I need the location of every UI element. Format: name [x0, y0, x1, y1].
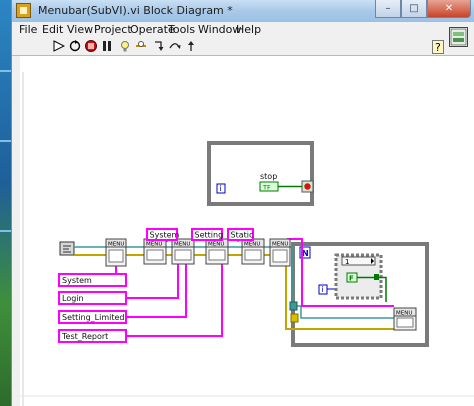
- string-constant-system[interactable]: System: [58, 273, 127, 287]
- desktop-strip: [0, 70, 11, 72]
- abort-icon[interactable]: [85, 40, 97, 52]
- delete-menu-icon: [108, 249, 124, 263]
- string-constant-login[interactable]: Login: [58, 291, 127, 305]
- menu-file[interactable]: File: [19, 23, 37, 36]
- string-constant-static[interactable]: Static: [227, 228, 254, 241]
- context-help-icon[interactable]: ?: [432, 40, 444, 54]
- menu-node-6[interactable]: MENU: [269, 238, 291, 267]
- error-tunnel: [290, 313, 299, 323]
- string-constant-setting[interactable]: Setting: [191, 228, 224, 241]
- menu-node-get-info[interactable]: MENU: [393, 307, 417, 331]
- step-out-icon[interactable]: [185, 40, 197, 52]
- vi-thumbnail-icon: [450, 28, 467, 46]
- string-constant-text: Setting_Limited: [62, 313, 124, 322]
- insert-menu-icon: [208, 249, 226, 261]
- stop-sign-icon: [304, 183, 311, 190]
- minimize-button[interactable]: –: [375, 0, 401, 18]
- menu-help[interactable]: Help: [236, 23, 261, 36]
- vi-icon: [16, 3, 31, 18]
- string-constant-text: Setting: [195, 231, 224, 240]
- case-selector-value: 1: [345, 258, 349, 266]
- title-bar[interactable]: Menubar(SubVI).vi Block Diagram * – □ ✕: [12, 0, 474, 22]
- highlight-execution-icon[interactable]: [119, 40, 131, 52]
- maximize-button[interactable]: □: [401, 0, 427, 18]
- menu-info-icon: [396, 317, 414, 328]
- desktop-strip: [0, 230, 11, 232]
- block-diagram-window: Menubar(SubVI).vi Block Diagram * – □ ✕ …: [11, 0, 474, 406]
- menu-bar: File Edit View Project Operate Tools Win…: [12, 22, 474, 38]
- stop-label: stop: [260, 172, 277, 181]
- run-arrow-icon[interactable]: [53, 40, 65, 52]
- string-constant-setting-limited[interactable]: Setting_Limited: [58, 310, 127, 324]
- vi-connector-icon[interactable]: [449, 27, 468, 47]
- stop-bool-label: TF: [262, 184, 271, 192]
- menu-node-2[interactable]: MENU: [143, 238, 167, 265]
- menu-node-5[interactable]: MENU: [241, 238, 265, 265]
- string-constant-text: Login: [62, 294, 84, 303]
- menu-node-label: MENU: [208, 242, 224, 248]
- loop-iteration-label: i: [220, 184, 222, 193]
- string-constant-system-top[interactable]: System: [146, 228, 180, 241]
- item-string-wires: [115, 261, 223, 337]
- get-selection-icon: [272, 249, 288, 263]
- insert-menu-icon: [244, 249, 262, 261]
- menu-node-1[interactable]: MENU: [105, 238, 127, 267]
- step-over-icon[interactable]: [169, 40, 181, 52]
- diagram-svg: i stop TF N i 1 F MENU MENU MENU MENU ME…: [20, 72, 474, 406]
- menu-node-label: MENU: [108, 242, 124, 248]
- insert-menu-icon: [146, 249, 164, 261]
- menu-tools[interactable]: Tools: [168, 23, 195, 36]
- string-constant-text: Static: [231, 231, 254, 240]
- for-loop-iteration-label: i: [322, 285, 324, 294]
- menu-edit[interactable]: Edit: [42, 23, 63, 36]
- menu-node-label: MENU: [174, 242, 190, 248]
- retain-wire-values-icon[interactable]: [135, 40, 147, 52]
- string-constant-test-report[interactable]: Test_Report: [58, 329, 127, 343]
- menu-node-3[interactable]: MENU: [171, 238, 195, 265]
- insert-menu-icon: [174, 249, 192, 261]
- window-title: Menubar(SubVI).vi Block Diagram *: [38, 4, 233, 17]
- refnum-tunnel: [289, 301, 298, 311]
- string-constant-text: System: [62, 276, 92, 285]
- bool-tunnel: [374, 274, 379, 280]
- menu-node-4[interactable]: MENU: [205, 238, 229, 265]
- svg-text:?: ?: [435, 41, 441, 54]
- menu-node-label: MENU: [396, 311, 412, 317]
- window-controls: – □ ✕: [375, 0, 471, 18]
- menu-window[interactable]: Window: [198, 23, 241, 36]
- run-continuously-icon[interactable]: [69, 40, 81, 52]
- desktop-edge: [0, 0, 11, 406]
- string-constant-text: System: [150, 231, 180, 240]
- pause-icon[interactable]: [101, 40, 113, 52]
- block-diagram-canvas[interactable]: i stop TF N i 1 F MENU MENU MENU MENU ME…: [20, 56, 474, 406]
- loop-count-label: N: [302, 249, 309, 258]
- menu-node-label: MENU: [146, 242, 162, 248]
- close-button[interactable]: ✕: [427, 0, 471, 18]
- step-into-icon[interactable]: [153, 40, 165, 52]
- menu-node-label: MENU: [244, 242, 260, 248]
- string-constant-text: Test_Report: [61, 332, 108, 341]
- menu-node-label: MENU: [272, 242, 288, 248]
- desktop-strip: [0, 140, 11, 142]
- toolbar: ?: [12, 38, 474, 56]
- menu-project[interactable]: Project: [94, 23, 132, 36]
- menu-view[interactable]: View: [67, 23, 93, 36]
- false-constant-label: F: [349, 275, 354, 283]
